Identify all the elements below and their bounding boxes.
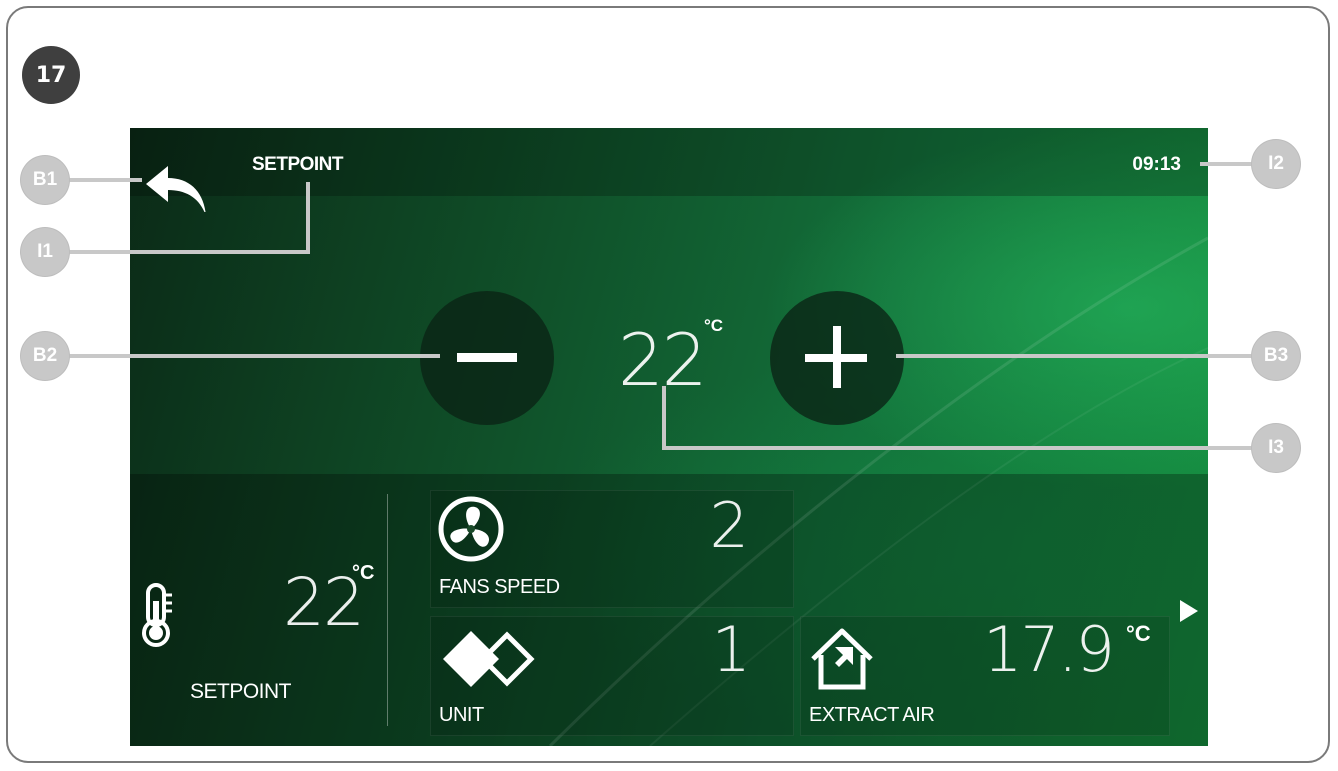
panel-setpoint-unit: °C bbox=[352, 562, 375, 584]
figure-number-badge: 17 bbox=[22, 46, 80, 104]
panel-setpoint-value: 22 bbox=[283, 564, 365, 641]
extract-air-value: 17.9 bbox=[982, 613, 1115, 686]
panel-setpoint-label: SETPOINT bbox=[190, 680, 292, 703]
increase-button[interactable] bbox=[770, 291, 904, 425]
minus-icon bbox=[457, 353, 517, 362]
callout-i3: I3 bbox=[1252, 424, 1300, 472]
extract-air-label: EXTRACT AIR bbox=[809, 704, 935, 726]
callout-b1: B1 bbox=[21, 156, 69, 204]
setpoint-value: 22 bbox=[618, 318, 708, 402]
extract-air-tile[interactable]: 17.9 °C EXTRACT AIR bbox=[800, 613, 1170, 736]
callout-i1: I1 bbox=[21, 228, 69, 276]
decrease-button[interactable] bbox=[420, 291, 554, 425]
callout-b2: B2 bbox=[21, 332, 69, 380]
house-icon bbox=[811, 628, 873, 690]
callout-i2: I2 bbox=[1252, 140, 1300, 188]
panel-divider bbox=[387, 494, 388, 726]
unit-icon bbox=[443, 631, 535, 687]
back-arrow-icon bbox=[146, 166, 206, 216]
unit-value: 1 bbox=[711, 613, 751, 686]
back-button[interactable] bbox=[142, 164, 210, 216]
fans-speed-tile[interactable]: 2 FANS SPEED bbox=[430, 489, 794, 608]
screen-title: SETPOINT bbox=[252, 154, 344, 175]
thermometer-icon bbox=[142, 583, 172, 647]
clock: 09:13 bbox=[1132, 154, 1181, 175]
unit-label: UNIT bbox=[439, 704, 484, 726]
fans-speed-value: 2 bbox=[709, 489, 749, 562]
fans-speed-label: FANS SPEED bbox=[439, 576, 560, 598]
extract-air-unit: °C bbox=[1126, 621, 1151, 646]
setpoint-unit: °C bbox=[704, 316, 724, 335]
device-screen: SETPOINT 09:13 22 °C 22 °C SETPOINT 2 FA… bbox=[130, 128, 1208, 746]
unit-tile[interactable]: 1 UNIT bbox=[430, 613, 794, 736]
fan-icon bbox=[438, 496, 504, 562]
arrow-right-icon[interactable] bbox=[1180, 600, 1198, 622]
callout-b3: B3 bbox=[1252, 332, 1300, 380]
